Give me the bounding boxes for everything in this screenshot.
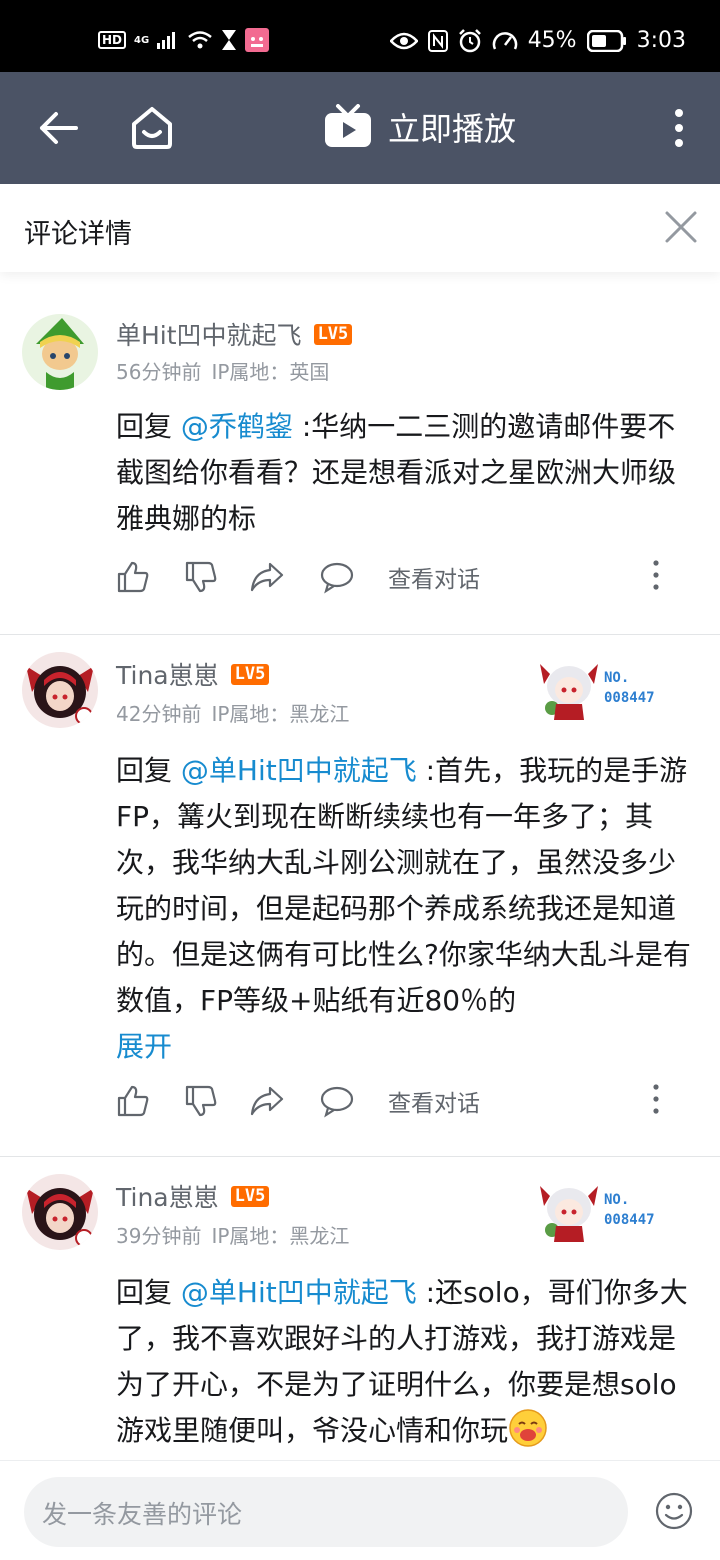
app-notification-icon [245,28,270,52]
reply-prefix: 回复 [116,410,173,443]
eye-comfort-icon [389,32,418,49]
comment-input-placeholder: 发一条友善的评论 [42,1500,243,1529]
username[interactable]: 单Hit凹中就起飞 [116,316,302,352]
fan-badge-number: NO. 008447 [604,668,655,708]
comment-time: 56分钟前 [116,360,202,384]
comment-input-bar: 发一条友善的评论 [0,1460,720,1560]
level-badge: LV5 [230,1185,270,1207]
comment-item: 单Hit凹中就起飞 LV5 56分钟前 IP属地：英国 回复 @乔鹤鋆 :华纳一二… [0,262,720,634]
comment-time: 42分钟前 [116,702,202,726]
mention-link[interactable]: @单Hit凹中就起飞 [181,754,417,787]
emoji-icon [509,1409,547,1447]
close-icon[interactable] [664,210,698,244]
dislike-icon[interactable] [184,560,218,594]
avatar[interactable] [22,1174,98,1250]
reply-icon[interactable] [320,1084,354,1118]
top-bar: 立即播放 [0,72,720,184]
ip-location: IP属地：英国 [211,360,330,384]
battery-percent: 45% [527,28,577,53]
user-row: Tina崽崽 LV5 [116,656,270,692]
comment-text: 回复 @乔鹤鋆 :华纳一二三测的邀请邮件要不截图给你看看？还是想看派对之星欧洲大… [116,404,696,542]
status-bar: HD 4G 45% 3:03 [0,0,720,72]
dislike-icon[interactable] [184,1084,218,1118]
fan-badge: NO. 008447 [536,656,676,720]
comment-content: :首先，我玩的是手游FP，篝火到现在断断续续也有一年多了；其次，我华纳大乱斗刚公… [116,754,691,1017]
share-icon[interactable] [250,1084,284,1118]
comment-text: 回复 @单Hit凹中就起飞 :还solo，哥们你多大了，我不喜欢跟好斗的人打游戏… [116,1270,696,1454]
clock: 3:03 [636,28,686,53]
username[interactable]: Tina崽崽 [116,656,219,692]
user-row: Tina崽崽 LV5 [116,1178,270,1214]
nfc-icon [427,29,448,52]
page-title: 评论详情 [24,219,132,250]
emoji-icon[interactable] [654,1491,694,1531]
level-badge: LV5 [230,663,270,685]
tv-play-icon [325,104,371,147]
fan-badge-character-icon [540,664,598,720]
status-right: 45% 3:03 [389,28,686,53]
view-conversation-link[interactable]: 查看对话 [388,560,480,594]
mention-link[interactable]: @乔鹤鋆 [181,410,293,443]
expand-link[interactable]: 展开 [116,1030,172,1063]
status-left: HD 4G [98,28,270,52]
play-now-label: 立即播放 [388,110,517,148]
mention-link[interactable]: @单Hit凹中就起飞 [181,1276,417,1309]
view-conversation-link[interactable]: 查看对话 [388,1084,480,1118]
hourglass-icon [222,30,237,50]
ip-location: IP属地：黑龙江 [211,702,350,726]
avatar-image [36,318,84,390]
fan-badge-prefix: NO. [604,670,630,686]
level-badge: LV5 [313,323,353,345]
comment-actions: 查看对话 [116,556,676,596]
like-icon[interactable] [116,1084,150,1118]
user-row: 单Hit凹中就起飞 LV5 [116,316,353,352]
comment-input[interactable]: 发一条友善的评论 [24,1477,628,1547]
fan-badge-prefix: NO. [604,1192,630,1208]
hd-indicator: HD [98,31,127,49]
comment-detail-header: 评论详情 [0,184,720,272]
ip-location: IP属地：黑龙江 [211,1224,350,1248]
comment-time: 39分钟前 [116,1224,202,1248]
home-icon[interactable] [130,104,174,150]
wifi-icon [188,31,212,49]
fan-badge-digits: 008447 [604,1212,655,1228]
fan-badge-digits: 008447 [604,690,655,706]
more-vertical-icon[interactable] [650,558,662,592]
more-vertical-icon[interactable] [664,108,694,148]
username[interactable]: Tina崽崽 [116,1178,219,1214]
speed-icon [492,31,517,50]
network-type: 4G [134,34,150,46]
back-arrow-icon[interactable] [36,106,80,150]
reply-prefix: 回复 [116,1276,173,1309]
fan-badge: NO. 008447 [536,1178,676,1242]
fan-badge-number: NO. 008447 [604,1190,655,1230]
comment-meta: 39分钟前 IP属地：黑龙江 [116,1220,359,1249]
comment-actions: 查看对话 [116,1080,676,1120]
signal-icon [157,32,176,49]
comment-meta: 42分钟前 IP属地：黑龙江 [116,698,359,727]
reply-prefix: 回复 [116,754,173,787]
battery-icon [586,29,626,52]
avatar-image [26,1188,94,1247]
comment-meta: 56分钟前 IP属地：英国 [116,356,339,385]
play-now-button[interactable]: 立即播放 [324,104,516,150]
fan-badge-character-icon [540,1186,598,1242]
more-vertical-icon[interactable] [650,1082,662,1116]
alarm-icon [458,28,481,52]
avatar[interactable] [22,314,98,390]
avatar-image [26,666,94,725]
comment-item: Tina崽崽 LV5 42分钟前 IP属地：黑龙江 NO. 008447 回复 @单… [0,634,720,1156]
comment-text: 回复 @单Hit凹中就起飞 :首先，我玩的是手游FP，篝火到现在断断续续也有一年… [116,748,696,1070]
avatar[interactable] [22,652,98,728]
reply-icon[interactable] [320,560,354,594]
comment-item: Tina崽崽 LV5 39分钟前 IP属地：黑龙江 NO. 008447 回复 @单… [0,1156,720,1460]
like-icon[interactable] [116,560,150,594]
share-icon[interactable] [250,560,284,594]
